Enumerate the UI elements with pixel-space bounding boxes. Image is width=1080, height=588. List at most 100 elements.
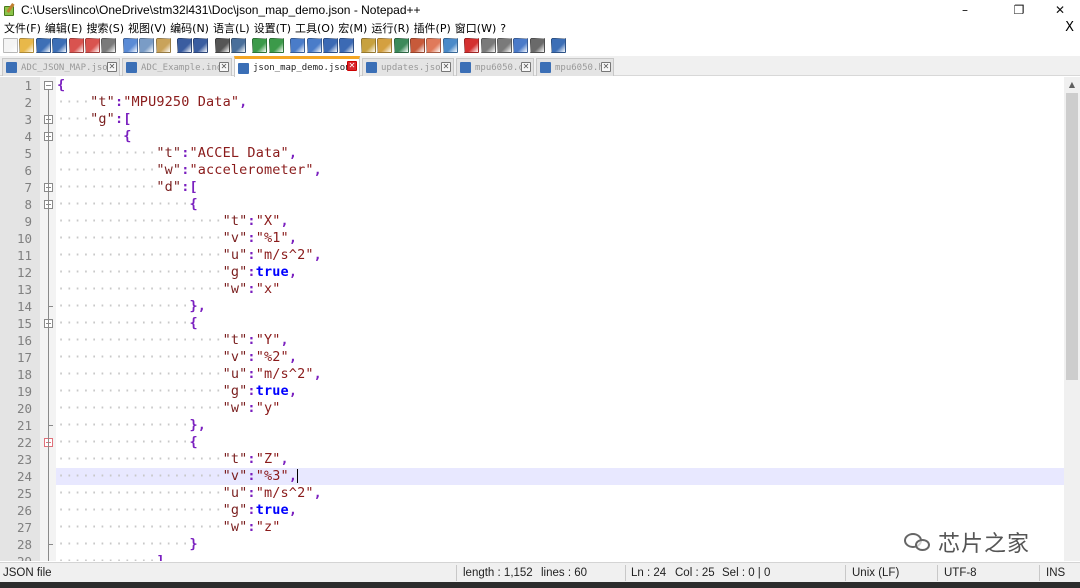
tab-close-icon[interactable]: ✕ <box>107 62 117 72</box>
code-line[interactable]: 7 ············"d":[ <box>0 179 1064 196</box>
undo-icon[interactable] <box>176 37 192 53</box>
redo-icon[interactable] <box>193 37 209 53</box>
menu-item-7[interactable]: 工具(O) <box>295 20 337 36</box>
tab-adc-example-ino[interactable]: ADC_Example.ino ✕ <box>122 58 232 76</box>
saved-file-icon <box>540 62 551 73</box>
maximize-button[interactable]: ❐ <box>996 0 1042 20</box>
all-chars-icon[interactable] <box>339 37 355 53</box>
replace-icon[interactable] <box>231 37 247 53</box>
menu-item-1[interactable]: 编辑(E) <box>45 20 86 36</box>
sync-h-icon[interactable] <box>306 37 322 53</box>
code-line[interactable]: 14 ················}, <box>0 298 1064 315</box>
menu-item-11[interactable]: 窗口(W) <box>455 20 499 36</box>
code-line[interactable]: 13 ····················"w":"x" <box>0 281 1064 298</box>
save-icon[interactable] <box>35 37 51 53</box>
code-line[interactable]: 2 ····"t":"MPU9250 Data", <box>0 94 1064 111</box>
close-icon[interactable] <box>68 37 84 53</box>
tab-json-map-demo-json[interactable]: json_map_demo.json ✕ <box>234 56 360 77</box>
spell-check-icon[interactable] <box>551 37 567 53</box>
record-macro-icon[interactable] <box>464 37 480 53</box>
folder-workspace-icon[interactable] <box>426 37 442 53</box>
tab-close-icon[interactable]: ✕ <box>521 62 531 72</box>
play-macro-icon[interactable] <box>496 37 512 53</box>
code-line[interactable]: 16 ····················"t":"Y", <box>0 332 1064 349</box>
editor[interactable]: 1{2 ····"t":"MPU9250 Data", 3 ····"g":[4 ···… <box>0 77 1064 561</box>
close-document-button[interactable]: X <box>1065 20 1074 36</box>
tab-mpu6050-c[interactable]: mpu6050.c ✕ <box>456 58 534 76</box>
zoom-in-icon[interactable] <box>252 37 268 53</box>
tab-close-icon[interactable]: ✕ <box>601 62 611 72</box>
find-icon[interactable] <box>214 37 230 53</box>
tab-bar: ADC_JSON_MAP.json ✕ ADC_Example.ino ✕ json_m… <box>0 56 1080 77</box>
code-line[interactable]: 6 ············"w":"accelerometer", <box>0 162 1064 179</box>
cut-icon[interactable] <box>122 37 138 53</box>
code-line[interactable]: 22 ················{ <box>0 434 1064 451</box>
menu-item-2[interactable]: 搜索(S) <box>86 20 127 36</box>
menu-item-10[interactable]: 插件(P) <box>414 20 454 36</box>
code-line[interactable]: 4 ········{ <box>0 128 1064 145</box>
minimize-button[interactable]: – <box>942 0 988 20</box>
code-line[interactable]: 20 ····················"w":"y" <box>0 400 1064 417</box>
code-line[interactable]: 26 ····················"g":true, <box>0 502 1064 519</box>
code-line[interactable]: 18 ····················"u":"m/s^2", <box>0 366 1064 383</box>
code-line[interactable]: 21 ················}, <box>0 417 1064 434</box>
code-line[interactable]: 12 ····················"g":true, <box>0 264 1064 281</box>
code-line[interactable]: 10 ····················"v":"%1", <box>0 230 1064 247</box>
code-line[interactable]: 17 ····················"v":"%2", <box>0 349 1064 366</box>
code-line[interactable]: 9 ····················"t":"X", <box>0 213 1064 230</box>
close-window-button[interactable]: ✕ <box>1040 0 1080 20</box>
menu-item-3[interactable]: 视图(V) <box>128 20 169 36</box>
code-line[interactable]: 25 ····················"u":"m/s^2", <box>0 485 1064 502</box>
doc-map-icon[interactable] <box>393 37 409 53</box>
open-icon[interactable] <box>19 37 35 53</box>
tab-close-icon[interactable]: ✕ <box>441 62 451 72</box>
print-icon[interactable] <box>101 37 117 53</box>
code-text: ····················"u":"m/s^2", <box>57 247 322 263</box>
code-line[interactable]: 5 ············"t":"ACCEL Data", <box>0 145 1064 162</box>
save-all-icon[interactable] <box>52 37 68 53</box>
code-text: ····················"t":"X", <box>57 213 289 229</box>
menu-item-6[interactable]: 设置(T) <box>254 20 294 36</box>
run-macro-multiple-icon[interactable] <box>513 37 529 53</box>
function-list-icon[interactable] <box>409 37 425 53</box>
tab-adc-json-map-json[interactable]: ADC_JSON_MAP.json ✕ <box>2 58 120 76</box>
new-icon[interactable] <box>3 37 18 53</box>
code-line[interactable]: 11 ····················"u":"m/s^2", <box>0 247 1064 264</box>
indent-guide-icon[interactable] <box>360 37 376 53</box>
wrap-icon[interactable] <box>323 37 339 53</box>
status-insert-mode[interactable]: INS <box>1046 563 1065 583</box>
stop-macro-icon[interactable] <box>480 37 496 53</box>
fold-toggle-icon[interactable] <box>44 81 53 90</box>
save-macro-icon[interactable] <box>529 37 545 53</box>
tab-updates-json[interactable]: updates.json ✕ <box>362 58 454 76</box>
code-line[interactable]: 19 ····················"g":true, <box>0 383 1064 400</box>
scroll-up-arrow-icon[interactable]: ▲ <box>1064 77 1080 93</box>
fold-end-marker <box>48 544 53 545</box>
code-line[interactable]: 24 ····················"v":"%3", <box>0 468 1064 485</box>
tab-mpu6050-h[interactable]: mpu6050.h ✕ <box>536 58 614 76</box>
menu-item-5[interactable]: 语言(L) <box>213 20 253 36</box>
zoom-out-icon[interactable] <box>268 37 284 53</box>
scrollbar-thumb[interactable] <box>1066 93 1078 380</box>
lang-icon[interactable] <box>377 37 393 53</box>
code-line[interactable]: 3 ····"g":[ <box>0 111 1064 128</box>
code-line[interactable]: 15 ················{ <box>0 315 1064 332</box>
vertical-scrollbar[interactable]: ▲ <box>1064 77 1080 561</box>
menu-item-4[interactable]: 编码(N) <box>170 20 212 36</box>
monitor-icon[interactable] <box>442 37 458 53</box>
code-line[interactable]: 1{ <box>0 77 1064 94</box>
paste-icon[interactable] <box>155 37 171 53</box>
menu-item-9[interactable]: 运行(R) <box>371 20 412 36</box>
close-all-icon[interactable] <box>84 37 100 53</box>
tab-close-icon[interactable]: ✕ <box>347 61 357 71</box>
sync-v-icon[interactable] <box>290 37 306 53</box>
status-encoding[interactable]: UTF-8 <box>944 563 977 583</box>
tab-close-icon[interactable]: ✕ <box>219 62 229 72</box>
menu-item-8[interactable]: 宏(M) <box>338 20 370 36</box>
copy-icon[interactable] <box>139 37 155 53</box>
status-eol[interactable]: Unix (LF) <box>852 563 899 583</box>
menu-item-12[interactable]: ? <box>500 22 509 35</box>
code-line[interactable]: 23 ····················"t":"Z", <box>0 451 1064 468</box>
code-line[interactable]: 8 ················{ <box>0 196 1064 213</box>
menu-item-0[interactable]: 文件(F) <box>4 20 44 36</box>
